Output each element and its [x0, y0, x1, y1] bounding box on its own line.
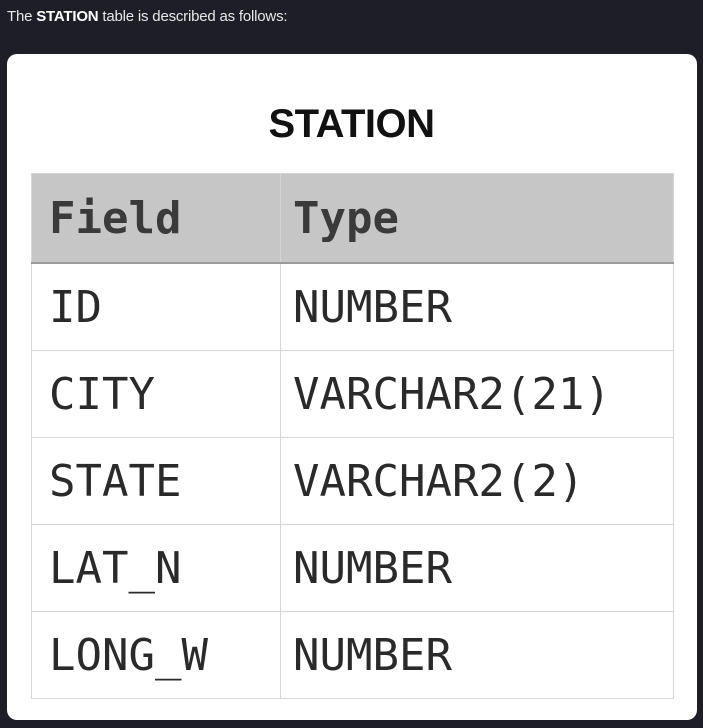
field-cell: LAT_N	[31, 524, 281, 612]
table-title: STATION	[268, 102, 435, 146]
type-cell: VARCHAR2(2)	[280, 437, 674, 525]
type-cell: NUMBER	[280, 524, 674, 612]
table-row: STATE VARCHAR2(2)	[31, 437, 674, 525]
field-cell: STATE	[31, 437, 281, 525]
column-header-type: Type	[280, 173, 674, 264]
table-header-row: Field Type	[31, 173, 674, 264]
column-header-field: Field	[31, 173, 281, 264]
field-cell: LONG_W	[31, 611, 281, 699]
type-cell: NUMBER	[280, 611, 674, 699]
table-row: LONG_W NUMBER	[31, 611, 674, 699]
intro-table-name: STATION	[36, 8, 99, 25]
table-row: ID NUMBER	[31, 262, 674, 351]
field-cell: CITY	[31, 350, 281, 438]
intro-prefix: The	[7, 8, 37, 25]
table-row: CITY VARCHAR2(21)	[31, 350, 674, 438]
type-cell: NUMBER	[280, 262, 674, 351]
field-cell: ID	[31, 262, 281, 351]
intro-text: The STATION table is described as follow…	[7, 2, 288, 32]
type-cell: VARCHAR2(21)	[280, 350, 674, 438]
table-row: LAT_N NUMBER	[31, 524, 674, 612]
intro-suffix: table is described as follows:	[98, 8, 288, 25]
schema-table: Field Type ID NUMBER CITY VARCHAR2(21) S…	[31, 173, 674, 699]
